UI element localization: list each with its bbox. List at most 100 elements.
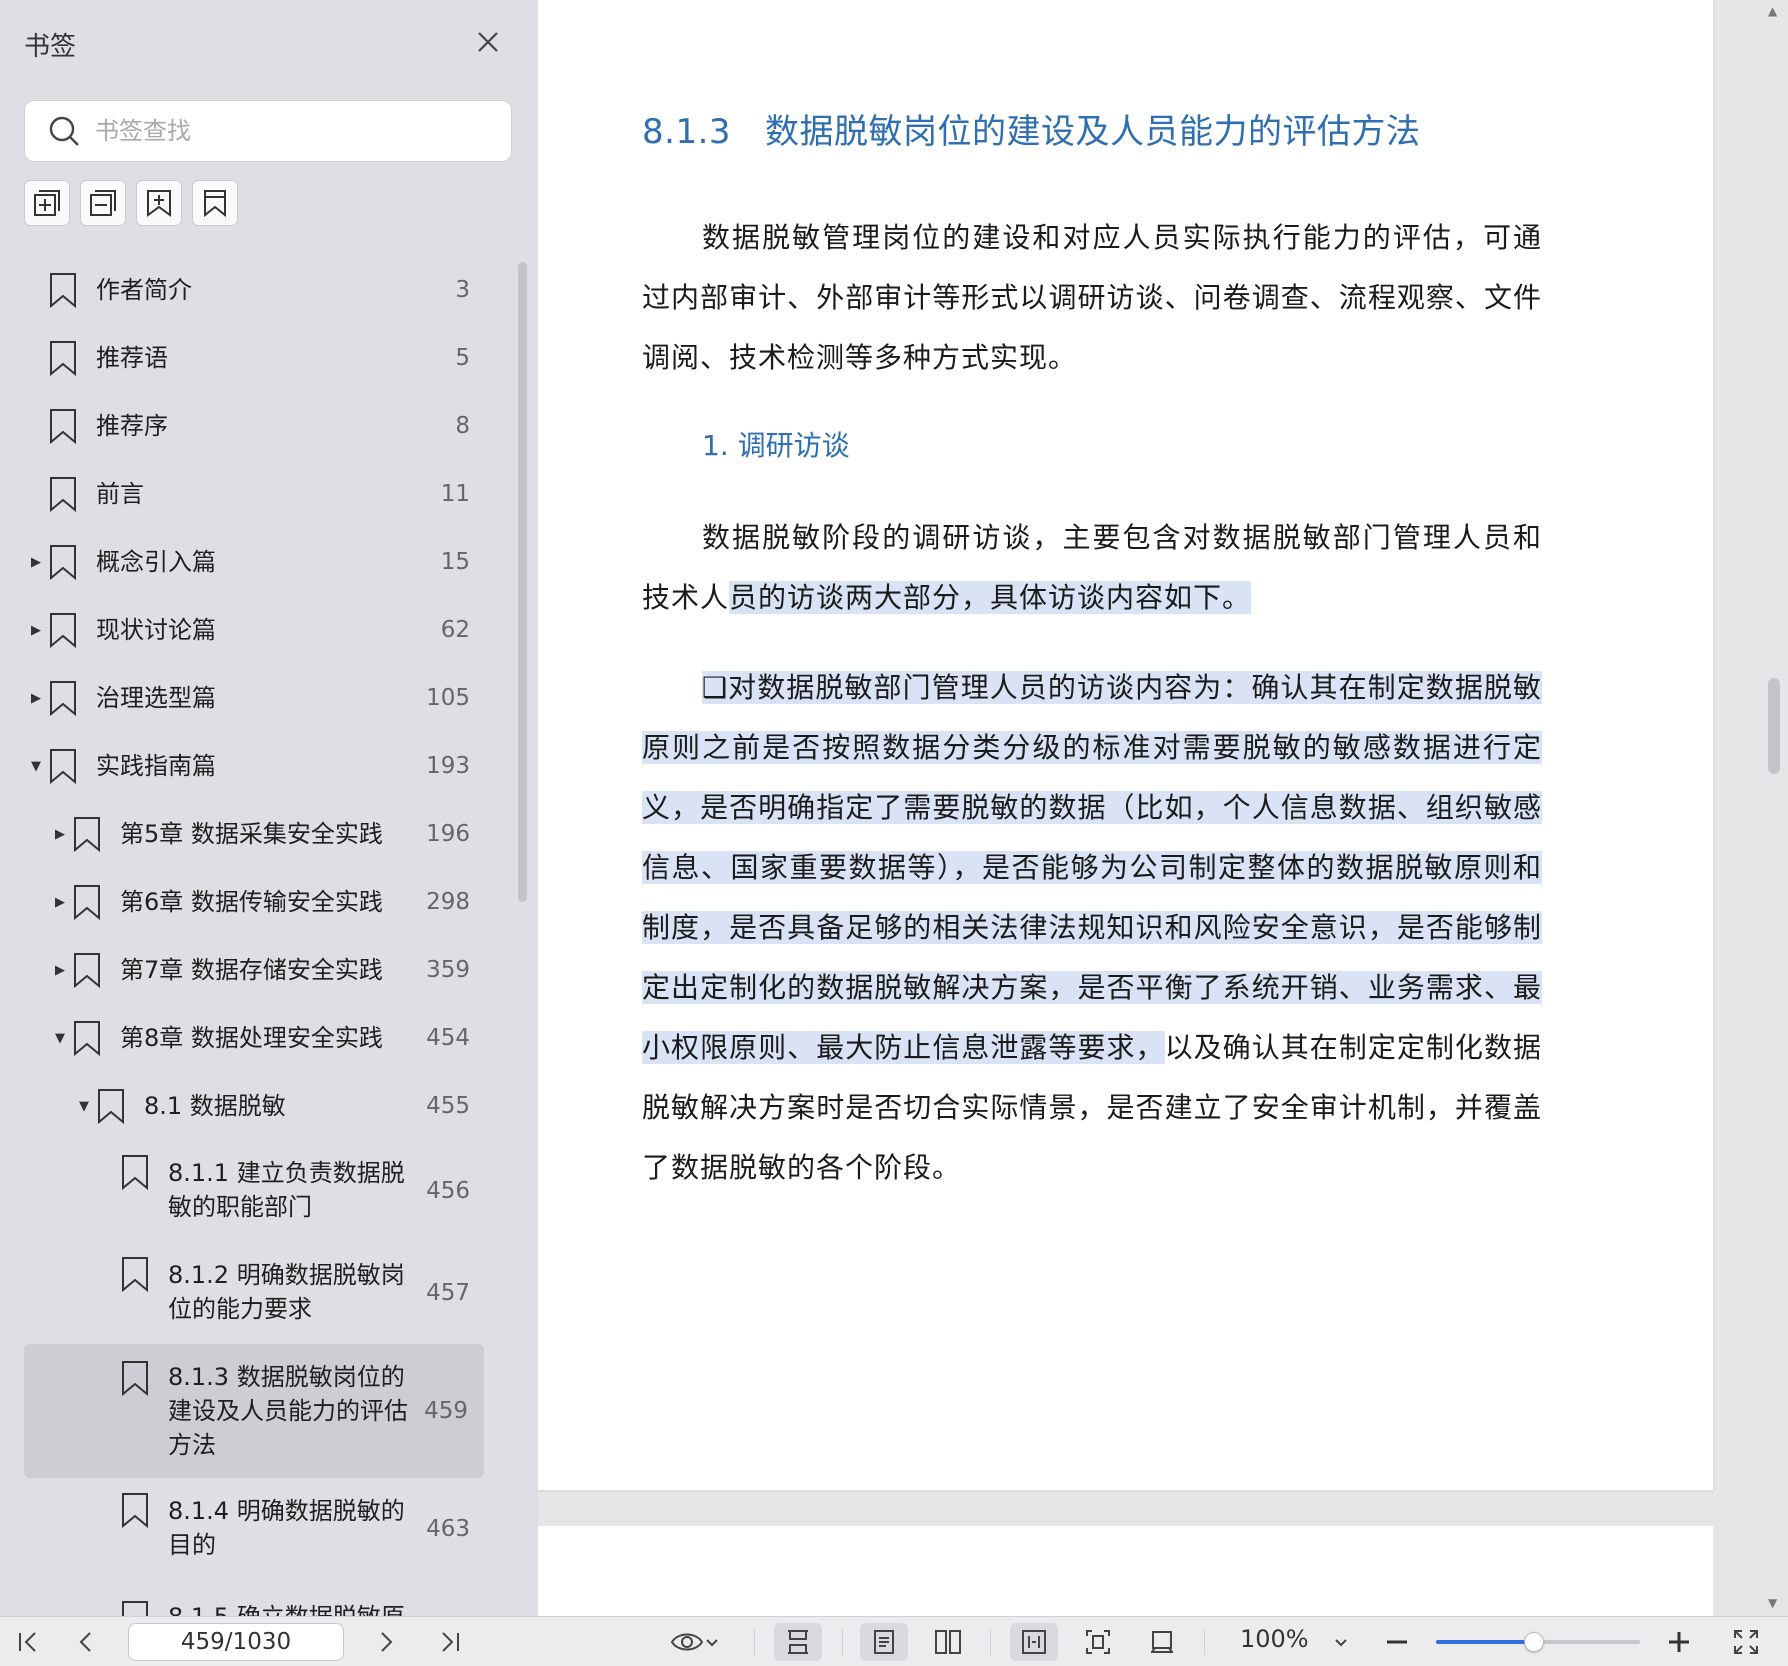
eye-icon — [670, 1633, 704, 1651]
previous-page-button[interactable] — [66, 1623, 106, 1661]
expand-caret-icon[interactable]: ▶ — [28, 690, 44, 706]
zoom-out-button[interactable] — [1380, 1623, 1414, 1661]
expand-caret-icon[interactable]: ▶ — [28, 554, 44, 570]
bookmark-page: 455 — [426, 1093, 470, 1119]
expand-caret-icon[interactable]: ▶ — [52, 826, 68, 842]
bookmark-icon — [122, 1493, 148, 1528]
zoom-slider[interactable] — [1436, 1632, 1640, 1652]
bookmark-item[interactable]: ▶ 治理选型篇 105 — [0, 664, 510, 732]
add-bookmark-button[interactable] — [136, 180, 182, 226]
two-page-button[interactable] — [924, 1623, 972, 1661]
bookmark-label-line: 敏的职能部门 — [168, 1193, 312, 1221]
first-page-icon — [19, 1632, 36, 1652]
highlighted-text[interactable]: ❑对数据脱敏部门管理人员的访谈内容为：确认其在制定数据脱敏原则之前是否按照数据分… — [642, 671, 1542, 1064]
collapse-all-icon — [90, 190, 116, 216]
next-page-button[interactable] — [366, 1623, 406, 1661]
bookmark-page: 8 — [455, 413, 470, 439]
view-mode-dropdown[interactable] — [664, 1623, 726, 1661]
section-number: 8.1.3 — [642, 112, 732, 152]
bookmark-item[interactable]: ▼ 实践指南篇 193 — [0, 732, 510, 800]
divider — [754, 1629, 755, 1655]
scroll-down-arrow-icon[interactable]: ▼ — [1768, 1596, 1777, 1610]
zoom-slider-fill — [1436, 1640, 1534, 1644]
fullscreen-button[interactable] — [1726, 1623, 1766, 1661]
zoom-slider-knob[interactable] — [1523, 1632, 1544, 1652]
bookmark-label-line: 8.1.3 数据脱敏岗位的 — [168, 1363, 405, 1391]
bookmark-icon — [204, 190, 226, 218]
single-page-button[interactable] — [860, 1623, 908, 1661]
bookmark-search-input[interactable] — [95, 117, 495, 145]
bookmark-icon — [50, 749, 76, 784]
bookmark-label-line: 8.1.1 建立负责数据脱 — [168, 1159, 405, 1187]
highlighted-text[interactable]: 员的访谈两大部分，具体访谈内容如下。 — [729, 581, 1252, 614]
last-page-button[interactable] — [430, 1623, 470, 1661]
bookmark-label: 第5章 数据采集安全实践 — [120, 820, 383, 848]
close-sidebar-button[interactable] — [472, 26, 504, 58]
bookmark-button[interactable] — [192, 180, 238, 226]
page-number-input[interactable]: 459/1030 — [128, 1623, 344, 1661]
collapse-all-button[interactable] — [80, 180, 126, 226]
bookmark-item[interactable]: 8.1.4 明确数据脱敏的 目的 463 — [0, 1478, 510, 1580]
document-viewer: 8.1.3 数据脱敏岗位的建设及人员能力的评估方法 数据脱敏管理岗位的建设和对应人… — [538, 0, 1788, 1616]
fit-page-button[interactable] — [1074, 1623, 1122, 1661]
bookmark-label: 8.1.4 明确数据脱敏的 目的 — [168, 1494, 405, 1562]
bookmark-label: 推荐语 — [96, 344, 168, 372]
bookmark-item[interactable]: 8.1.1 建立负责数据脱 敏的职能部门 456 — [0, 1140, 510, 1242]
fit-width-button[interactable] — [1010, 1623, 1058, 1661]
expand-caret-icon[interactable]: ▶ — [28, 622, 44, 638]
bookmark-item[interactable]: ▶ 第7章 数据存储安全实践 359 — [0, 936, 510, 1004]
expand-caret-icon[interactable]: ▶ — [52, 894, 68, 910]
bookmark-page: 359 — [426, 957, 470, 983]
paragraph: 数据脱敏管理岗位的建设和对应人员实际执行能力的评估，可通过内部审计、外部审计等形… — [642, 221, 1542, 374]
bookmark-item[interactable]: ▼ 第8章 数据处理安全实践 454 — [0, 1004, 510, 1072]
bookmark-item[interactable]: 推荐语 5 — [0, 324, 510, 392]
bookmark-item[interactable]: 8.1.2 明确数据脱敏岗 位的能力要求 457 — [0, 1242, 510, 1344]
first-page-button[interactable] — [8, 1623, 48, 1661]
continuous-scroll-icon — [788, 1630, 808, 1654]
collapse-caret-icon[interactable]: ▼ — [76, 1098, 92, 1114]
bookmark-icon — [50, 613, 76, 648]
section-heading: 8.1.3 数据脱敏岗位的建设及人员能力的评估方法 — [642, 104, 1421, 153]
document-scrollbar[interactable] — [1768, 678, 1780, 774]
bookmark-label: 第7章 数据存储安全实践 — [120, 956, 383, 984]
bookmark-page: 105 — [426, 685, 470, 711]
divider — [990, 1629, 991, 1655]
bookmark-item[interactable]: ▶ 现状讨论篇 62 — [0, 596, 510, 664]
bookmark-icon — [50, 273, 76, 308]
bookmark-item[interactable]: 推荐序 8 — [0, 392, 510, 460]
bookmark-label: 推荐序 — [96, 412, 168, 440]
bookmark-search[interactable] — [24, 100, 512, 162]
expand-all-button[interactable] — [24, 180, 70, 226]
rotate-page-button[interactable] — [1138, 1623, 1186, 1661]
expand-all-icon — [34, 190, 60, 216]
bookmark-icon — [122, 1361, 148, 1396]
bookmark-item[interactable]: ▶ 概念引入篇 15 — [0, 528, 510, 596]
continuous-scroll-button[interactable] — [774, 1623, 822, 1661]
zoom-dropdown-button[interactable] — [1326, 1623, 1356, 1661]
bookmark-page: 456 — [426, 1178, 470, 1204]
zoom-in-button[interactable] — [1662, 1623, 1696, 1661]
bookmark-page: 15 — [440, 549, 470, 575]
bookmark-label-line: 建设及人员能力的评估 — [168, 1397, 408, 1425]
expand-caret-icon[interactable]: ▶ — [52, 962, 68, 978]
collapse-caret-icon[interactable]: ▼ — [28, 758, 44, 774]
collapse-caret-icon[interactable]: ▼ — [52, 1030, 68, 1046]
bookmark-label-line: 方法 — [168, 1431, 216, 1459]
sidebar-scrollbar[interactable] — [518, 262, 527, 902]
zoom-level[interactable]: 100% — [1240, 1625, 1309, 1653]
bookmark-item[interactable]: ▼ 8.1 数据脱敏 455 — [0, 1072, 510, 1140]
bookmark-item-selected[interactable]: 8.1.3 数据脱敏岗位的 建设及人员能力的评估 方法 459 — [24, 1344, 484, 1478]
minus-icon — [1387, 1640, 1407, 1644]
bookmark-item[interactable]: ▶ 第5章 数据采集安全实践 196 — [0, 800, 510, 868]
bookmark-item[interactable]: 前言 11 — [0, 460, 510, 528]
scroll-up-arrow-icon[interactable]: ▲ — [1768, 4, 1777, 18]
bookmark-label: 第6章 数据传输安全实践 — [120, 888, 383, 916]
last-page-icon — [442, 1632, 459, 1652]
fullscreen-icon — [1734, 1630, 1758, 1654]
bookmark-item[interactable]: ▶ 第6章 数据传输安全实践 298 — [0, 868, 510, 936]
bookmark-page: 11 — [440, 481, 470, 507]
bookmark-item[interactable]: 作者简介 3 — [0, 256, 510, 324]
next-page — [538, 1526, 1713, 1616]
bookmark-page: 62 — [440, 617, 470, 643]
bookmark-item[interactable]: 8.1.5 确立数据脱敏原 — [0, 1580, 510, 1616]
